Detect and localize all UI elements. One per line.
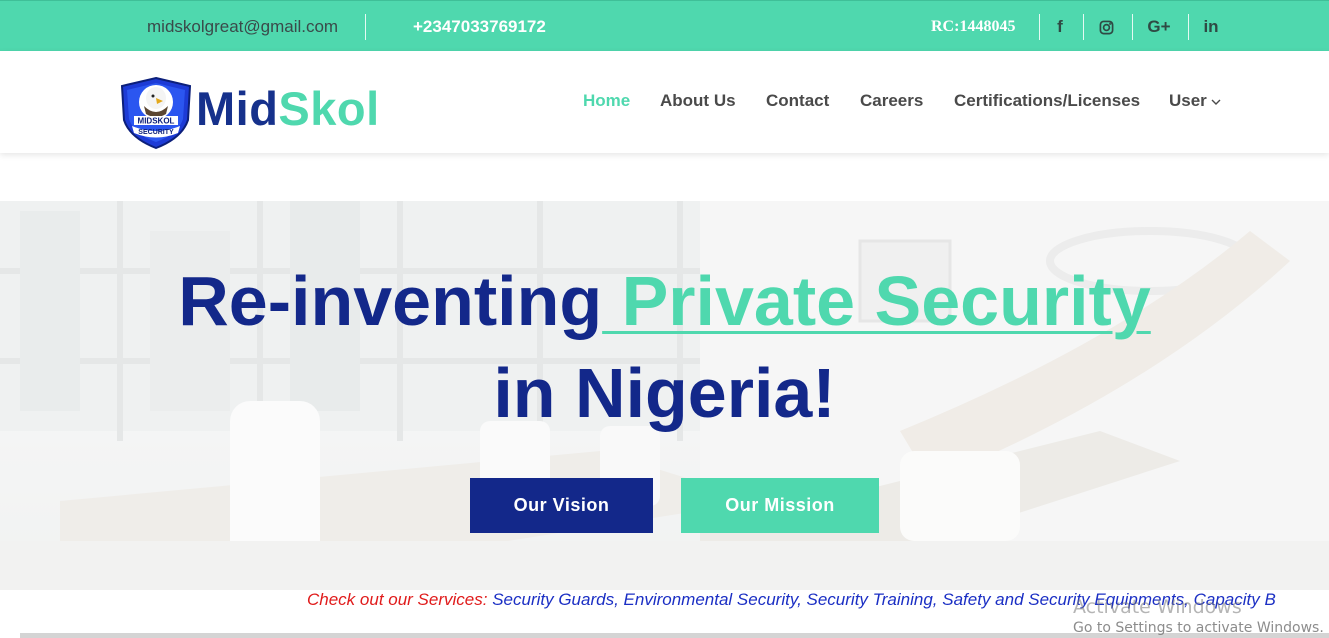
nav-careers[interactable]: Careers bbox=[860, 91, 923, 111]
instagram-icon[interactable] bbox=[1096, 15, 1116, 39]
nav-user-dropdown[interactable]: User bbox=[1169, 91, 1221, 111]
facebook-icon[interactable]: f bbox=[1052, 15, 1068, 39]
badge-bottom-text: SECURITY bbox=[138, 129, 174, 136]
logo-badge[interactable]: MIDSKOL SECURITY bbox=[116, 76, 196, 150]
divider bbox=[1039, 14, 1040, 40]
headline-part1: Re-inventing bbox=[178, 262, 603, 340]
nav-contact[interactable]: Contact bbox=[766, 91, 829, 111]
badge-top-text: MIDSKOL bbox=[138, 117, 175, 126]
windows-watermark-title: Activate Windows bbox=[1073, 596, 1242, 618]
marquee-lead: Check out our Services: bbox=[307, 590, 488, 609]
top-contact-bar: midskolgreat@gmail.com +2347033769172 RC… bbox=[0, 0, 1329, 51]
nav-about-us[interactable]: About Us bbox=[660, 91, 736, 111]
nav-certifications[interactable]: Certifications/Licenses bbox=[954, 91, 1140, 111]
nav-user-label: User bbox=[1169, 91, 1207, 110]
nav-home[interactable]: Home bbox=[583, 91, 630, 111]
phone-link[interactable]: +2347033769172 bbox=[413, 17, 546, 37]
google-plus-icon[interactable]: G+ bbox=[1145, 15, 1173, 39]
logo-skol: Skol bbox=[278, 82, 380, 135]
logo-mid: Mid bbox=[196, 82, 279, 135]
headline-part2: in Nigeria! bbox=[493, 354, 836, 432]
divider bbox=[1083, 14, 1084, 40]
email-link[interactable]: midskolgreat@gmail.com bbox=[147, 17, 338, 37]
linkedin-icon[interactable]: in bbox=[1200, 15, 1222, 39]
headline-accent-link[interactable]: Private Security bbox=[602, 262, 1151, 340]
divider bbox=[1132, 14, 1133, 40]
divider bbox=[1188, 14, 1189, 40]
divider bbox=[365, 14, 366, 40]
logo-wordmark[interactable]: MidSkol bbox=[196, 81, 380, 136]
rc-number: RC:1448045 bbox=[931, 18, 1016, 35]
our-mission-button[interactable]: Our Mission bbox=[681, 478, 879, 533]
hero-headline: Re-inventing Private Security in Nigeria… bbox=[0, 255, 1329, 439]
hero-banner: Re-inventing Private Security in Nigeria… bbox=[0, 201, 1329, 590]
main-header: MIDSKOL SECURITY MidSkol Home About Us C… bbox=[0, 51, 1329, 153]
windows-watermark-subtitle: Go to Settings to activate Windows. bbox=[1073, 620, 1324, 636]
chevron-down-icon bbox=[1211, 91, 1221, 111]
our-vision-button[interactable]: Our Vision bbox=[470, 478, 653, 533]
